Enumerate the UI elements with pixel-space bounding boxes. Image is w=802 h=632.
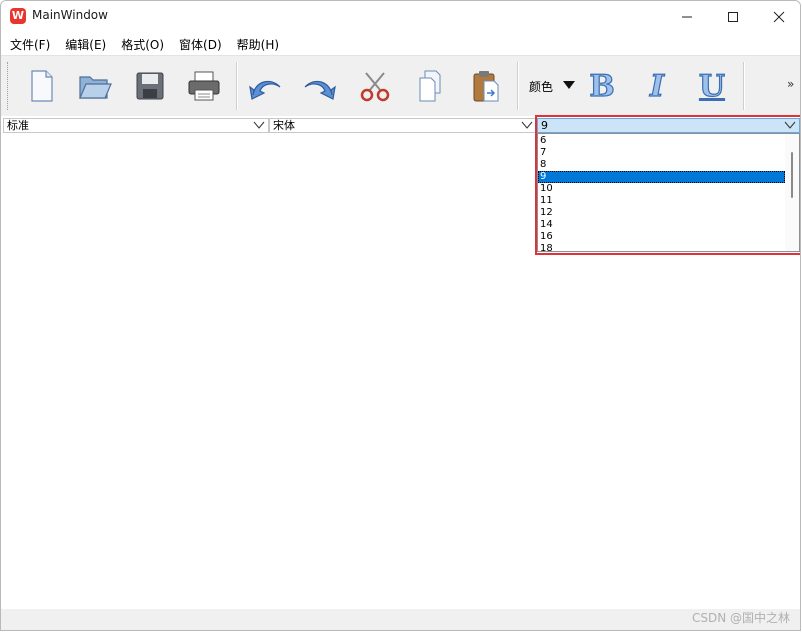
copy-button[interactable] xyxy=(409,64,453,108)
style-combobox[interactable]: 标准 xyxy=(3,118,269,133)
open-button[interactable] xyxy=(73,64,117,108)
copy-icon xyxy=(419,70,441,102)
bold-icon: B xyxy=(589,68,616,104)
cut-icon xyxy=(360,72,390,102)
watermark-text: CSDN @国中之林 xyxy=(691,611,790,625)
status-bar xyxy=(1,609,800,630)
print-button[interactable] xyxy=(182,64,226,108)
minimize-button[interactable] xyxy=(664,1,710,32)
menu-edit[interactable]: 编辑(E) xyxy=(57,32,113,54)
style-combobox-value: 标准 xyxy=(7,119,29,132)
save-icon xyxy=(136,72,164,100)
undo-icon xyxy=(249,80,281,100)
title-bar: W MainWindow xyxy=(1,1,800,32)
list-item[interactable]: 16 xyxy=(538,231,785,243)
menu-window[interactable]: 窗体(D) xyxy=(171,32,229,54)
font-size-combobox-value: 9 xyxy=(541,119,548,132)
menu-help[interactable]: 帮助(H) xyxy=(229,32,286,54)
list-item[interactable]: 12 xyxy=(538,207,785,219)
bold-button[interactable]: B xyxy=(580,64,624,108)
chevron-down-icon xyxy=(784,121,796,129)
paste-button[interactable] xyxy=(464,64,508,108)
toolbar-separator xyxy=(517,62,519,110)
underline-button[interactable]: U xyxy=(690,64,734,108)
dropdown-scrollbar[interactable] xyxy=(785,134,799,251)
print-icon xyxy=(188,71,220,101)
cut-button[interactable] xyxy=(353,64,397,108)
main-window: W MainWindow 文件(F) 编辑(E) 格式(O) 窗体(D) 帮助(… xyxy=(0,0,801,631)
maximize-button[interactable] xyxy=(710,1,756,32)
toolbar-separator xyxy=(236,62,238,110)
menu-bar: 文件(F) 编辑(E) 格式(O) 窗体(D) 帮助(H) xyxy=(1,32,800,54)
font-combobox[interactable]: 宋体 xyxy=(269,118,537,133)
list-item[interactable]: 10 xyxy=(538,183,785,195)
underline-icon: U xyxy=(698,68,726,104)
close-icon xyxy=(773,11,785,22)
color-dropdown-arrow-icon[interactable] xyxy=(563,81,575,89)
italic-button[interactable]: I xyxy=(635,64,679,108)
maximize-icon xyxy=(728,11,738,22)
list-item[interactable]: 8 xyxy=(538,159,785,171)
menu-format[interactable]: 格式(O) xyxy=(113,32,171,54)
save-button[interactable] xyxy=(128,64,172,108)
color-label[interactable]: 颜色 xyxy=(529,78,553,95)
chevron-down-icon xyxy=(253,121,265,129)
list-item[interactable]: 7 xyxy=(538,147,785,159)
list-item-selected[interactable]: 9 xyxy=(538,171,785,183)
font-size-combobox[interactable]: 9 xyxy=(537,118,800,133)
new-file-icon xyxy=(31,70,53,102)
menu-file[interactable]: 文件(F) xyxy=(1,32,57,54)
list-item[interactable]: 6 xyxy=(538,135,785,147)
list-item[interactable]: 11 xyxy=(538,195,785,207)
font-combobox-value: 宋体 xyxy=(273,119,295,132)
redo-button[interactable] xyxy=(298,64,342,108)
italic-icon: I xyxy=(649,68,665,104)
scrollbar-thumb[interactable] xyxy=(791,152,793,198)
window-title: MainWindow xyxy=(32,8,108,22)
minimize-icon xyxy=(682,16,692,17)
undo-button[interactable] xyxy=(243,64,287,108)
redo-icon xyxy=(304,80,336,100)
new-file-button[interactable] xyxy=(19,64,63,108)
app-logo-icon: W xyxy=(10,8,26,24)
toolbar-grip[interactable] xyxy=(7,62,10,110)
toolbar: 颜色 B I U » xyxy=(1,55,800,116)
toolbar-separator xyxy=(743,62,745,110)
open-folder-icon xyxy=(79,76,112,99)
close-button[interactable] xyxy=(756,1,800,32)
paste-icon xyxy=(473,71,499,102)
editor-area[interactable] xyxy=(1,134,535,608)
list-item[interactable]: 18 xyxy=(538,243,785,251)
list-item[interactable]: 14 xyxy=(538,219,785,231)
font-size-dropdown-list[interactable]: 6 7 8 9 10 11 12 14 16 18 xyxy=(537,133,800,252)
toolbar-overflow-icon[interactable]: » xyxy=(787,77,794,91)
chevron-down-icon xyxy=(521,121,533,129)
